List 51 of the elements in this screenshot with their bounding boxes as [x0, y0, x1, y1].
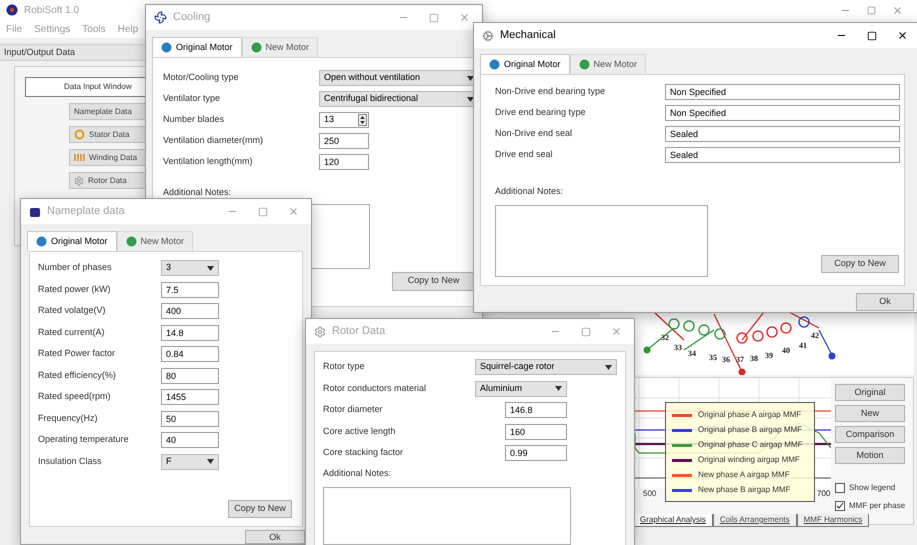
field-label: Rated efficiency(%) [38, 368, 117, 382]
legend-label: New phase B airgap MMF [698, 484, 790, 496]
axis-label: 500 [643, 488, 656, 500]
field-label: Rated volatge(V) [38, 304, 107, 318]
slot-number: 38 [750, 354, 758, 363]
slot-number: 34 [688, 349, 696, 358]
field-label: Ventilation length(mm) [163, 155, 254, 168]
window-title: Nameplate data [47, 204, 125, 220]
legend-label: Original winding airgap MMF [698, 454, 800, 466]
notes-label: Additional Notes: [495, 185, 564, 198]
slot-number: 36 [722, 355, 730, 364]
slot-number: 32 [661, 333, 669, 342]
field-label: Rated speed(rpm) [38, 390, 112, 404]
field-label: Operating temperature [38, 433, 130, 446]
field-label: Rated power (kW) [38, 282, 112, 296]
slot-number: 33 [674, 343, 682, 352]
field-label: Number blades [163, 113, 226, 126]
field-label: Rotor conductors material [323, 382, 428, 395]
field-label: Drive end bearing type [495, 106, 587, 120]
slot-number: 37 [736, 355, 744, 364]
field-label: Drive end seal [495, 148, 554, 162]
slot-number: 40 [782, 346, 790, 355]
field-label: Rotor type [323, 360, 366, 374]
window-title: Cooling [173, 10, 210, 26]
slot-number: 35 [709, 353, 717, 362]
slot-number: 42 [811, 331, 819, 340]
legend-label: Original phase B airgap MMF [698, 424, 802, 436]
field-label: Core stacking factor [323, 446, 404, 460]
field-label: Rated Power factor [38, 347, 116, 360]
field-label: Number of phases [38, 261, 113, 274]
slot-number: 41 [799, 341, 807, 350]
slot-number: 39 [765, 351, 773, 360]
field-label: Ventilation diameter(mm) [163, 134, 264, 148]
window-title: RobiSoft 1.0 [24, 4, 80, 18]
field-label: Core active length [323, 424, 397, 438]
window-title: Rotor Data [332, 324, 386, 340]
checkbox-label: MMF per phase [849, 500, 906, 512]
field-label: Insulation Class [38, 454, 103, 468]
axis-label: 700 [817, 488, 830, 500]
notes-label: Additional Notes: [323, 467, 392, 480]
field-label: Non-Drive end bearing type [495, 85, 606, 98]
legend-label: New phase A airgap MMF [698, 469, 790, 481]
checkbox-label: Show legend [849, 482, 896, 494]
field-label: Rated current(A) [38, 326, 106, 339]
window-title: Mechanical [500, 28, 556, 44]
field-label: Non-Drive end seal [495, 127, 574, 140]
field-label: Rotor diameter [323, 403, 384, 416]
notes-label: Additional Notes: [163, 186, 232, 199]
field-label: Frequency(Hz) [38, 412, 99, 425]
legend-label: Original phase A airgap MMF [698, 409, 802, 421]
legend-label: Original phase C airgap MMF [698, 439, 802, 451]
